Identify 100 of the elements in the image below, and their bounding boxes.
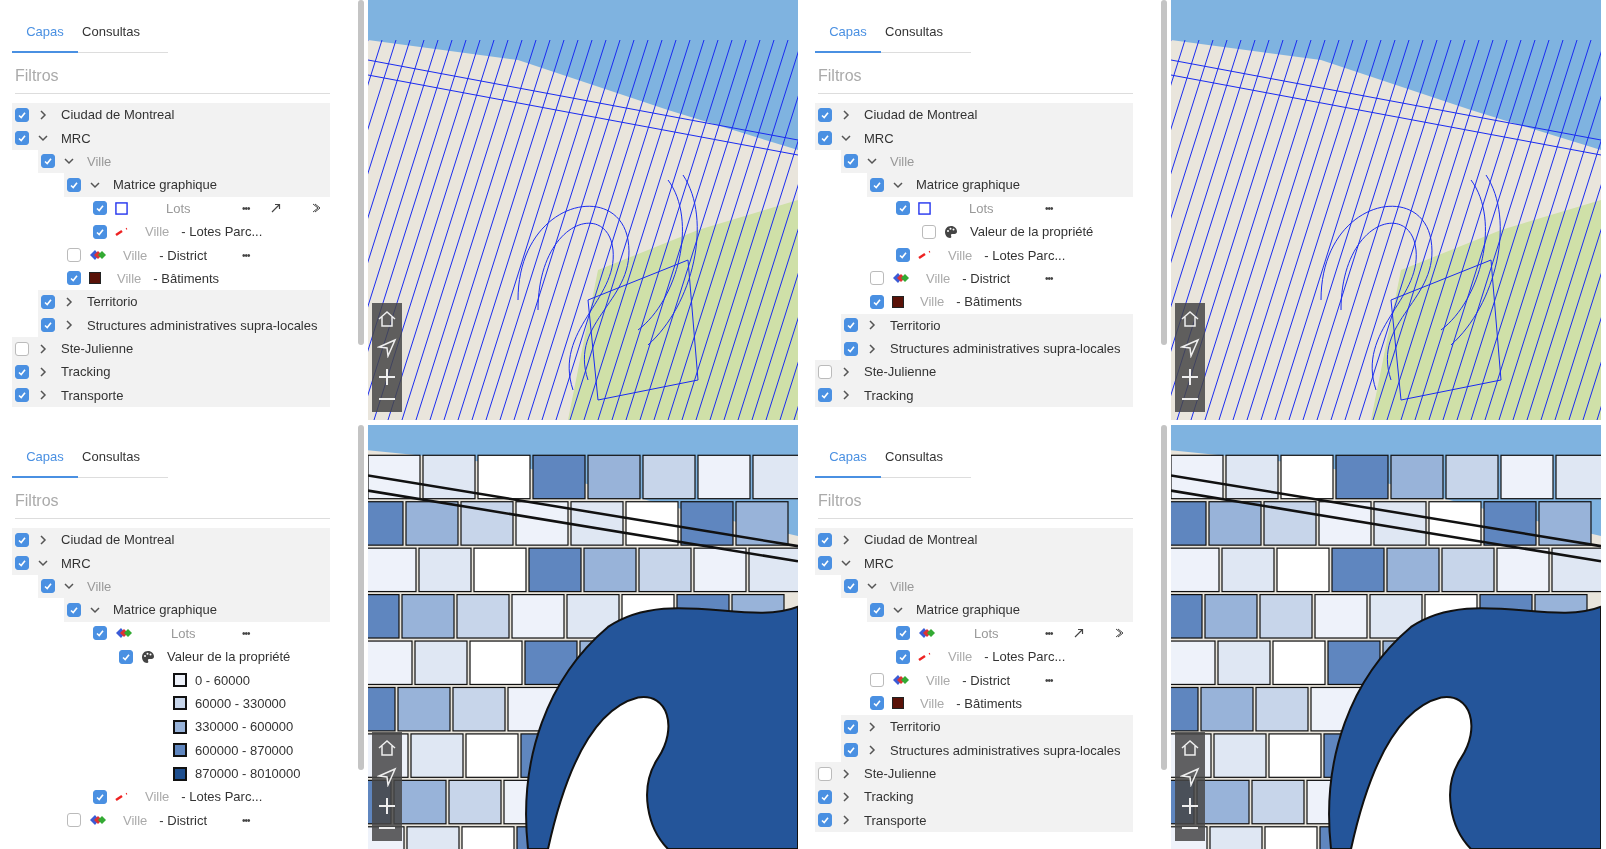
checkbox[interactable] (41, 154, 55, 169)
home-icon[interactable] (1180, 309, 1200, 329)
more-options[interactable]: ••• (242, 202, 264, 214)
checkbox[interactable] (896, 626, 910, 641)
checkbox[interactable] (844, 341, 858, 356)
checkbox[interactable] (15, 341, 29, 356)
chevron-icon[interactable] (37, 389, 49, 402)
checkbox[interactable] (41, 294, 55, 309)
checkbox[interactable] (41, 579, 55, 594)
chevron-icon[interactable] (37, 108, 49, 121)
navigation-arrow-icon[interactable] (377, 338, 397, 358)
navigation-arrow-icon[interactable] (377, 767, 397, 787)
more-options[interactable]: ••• (242, 814, 264, 826)
checkbox[interactable] (93, 626, 107, 641)
zoom-out-icon[interactable] (377, 825, 397, 831)
checkbox[interactable] (93, 790, 107, 804)
checkbox[interactable] (818, 766, 832, 781)
tab[interactable]: Consultas (78, 20, 144, 53)
chevron-icon[interactable] (840, 814, 852, 827)
zoom-in-icon[interactable] (1180, 796, 1200, 816)
checkbox[interactable] (93, 201, 107, 216)
checkbox[interactable] (870, 673, 884, 688)
chevron-icon[interactable] (840, 767, 852, 780)
home-icon[interactable] (377, 309, 397, 329)
chevron-icon[interactable] (840, 791, 852, 803)
checkbox[interactable] (15, 365, 29, 379)
checkbox[interactable] (15, 107, 29, 122)
home-icon[interactable] (1180, 738, 1200, 758)
checkbox[interactable] (870, 177, 884, 192)
checkbox[interactable] (67, 602, 81, 617)
zoom-in-icon[interactable] (377, 796, 397, 816)
checkbox[interactable] (15, 131, 29, 146)
more-options[interactable]: ••• (242, 249, 264, 261)
checkbox[interactable] (844, 743, 858, 758)
checkbox[interactable] (818, 556, 832, 571)
checkbox[interactable] (119, 649, 133, 664)
checkbox[interactable] (67, 271, 81, 286)
zoom-out-icon[interactable] (1180, 825, 1200, 831)
checkbox[interactable] (818, 532, 832, 547)
checkbox[interactable] (844, 579, 858, 594)
checkbox[interactable] (844, 154, 858, 169)
checkbox[interactable] (870, 602, 884, 617)
checkbox[interactable] (818, 388, 832, 403)
chevron-icon[interactable] (37, 533, 49, 546)
checkbox[interactable] (818, 365, 832, 379)
tab[interactable]: Consultas (881, 20, 947, 53)
chevron-icon[interactable] (840, 389, 852, 402)
chevron-icon[interactable] (63, 319, 75, 332)
checkbox[interactable] (93, 224, 107, 239)
more-options[interactable]: ••• (1045, 627, 1067, 639)
scrollbar-thumb[interactable] (1161, 0, 1167, 345)
chevron-icon[interactable] (37, 366, 49, 378)
zoom-in-icon[interactable] (1180, 367, 1200, 387)
checkbox[interactable] (922, 224, 936, 239)
chevron-right-icon[interactable] (310, 202, 322, 215)
chevron-icon[interactable] (37, 342, 49, 355)
scrollbar-thumb[interactable] (358, 425, 364, 770)
chevron-icon[interactable] (63, 295, 75, 308)
chevron-icon[interactable] (866, 720, 878, 733)
scrollbar-thumb[interactable] (1161, 425, 1167, 770)
chevron-icon[interactable] (840, 366, 852, 378)
chevron-right-icon[interactable] (1113, 627, 1125, 640)
checkbox[interactable] (896, 248, 910, 263)
chevron-icon[interactable] (866, 744, 878, 757)
navigation-arrow-icon[interactable] (1180, 338, 1200, 358)
tab[interactable]: Consultas (881, 445, 947, 478)
checkbox[interactable] (15, 556, 29, 571)
chevron-icon[interactable] (840, 108, 852, 121)
scrollbar-thumb[interactable] (358, 0, 364, 345)
zoom-out-icon[interactable] (1180, 396, 1200, 402)
checkbox[interactable] (67, 248, 81, 263)
more-options[interactable]: ••• (242, 627, 264, 639)
more-options[interactable]: ••• (1045, 272, 1067, 284)
navigation-arrow-icon[interactable] (1180, 767, 1200, 787)
checkbox[interactable] (844, 318, 858, 333)
checkbox[interactable] (818, 107, 832, 122)
chevron-icon[interactable] (866, 342, 878, 355)
checkbox[interactable] (844, 719, 858, 734)
checkbox[interactable] (818, 813, 832, 828)
checkbox[interactable] (41, 318, 55, 333)
more-options[interactable]: ••• (1045, 202, 1067, 214)
checkbox[interactable] (870, 696, 884, 711)
checkbox[interactable] (870, 271, 884, 286)
checkbox[interactable] (870, 294, 884, 309)
checkbox[interactable] (818, 131, 832, 146)
checkbox[interactable] (67, 813, 81, 828)
home-icon[interactable] (377, 738, 397, 758)
more-options[interactable]: ••• (1045, 674, 1067, 686)
checkbox[interactable] (818, 790, 832, 804)
checkbox[interactable] (15, 532, 29, 547)
chevron-icon[interactable] (866, 319, 878, 332)
chevron-icon[interactable] (840, 533, 852, 546)
map-drawing[interactable] (368, 425, 798, 849)
zoom-out-icon[interactable] (377, 396, 397, 402)
map-drawing[interactable] (1171, 425, 1601, 849)
zoom-in-icon[interactable] (377, 367, 397, 387)
checkbox[interactable] (67, 177, 81, 192)
checkbox[interactable] (896, 649, 910, 664)
expand-arrow-icon[interactable] (270, 202, 282, 215)
checkbox[interactable] (896, 201, 910, 216)
